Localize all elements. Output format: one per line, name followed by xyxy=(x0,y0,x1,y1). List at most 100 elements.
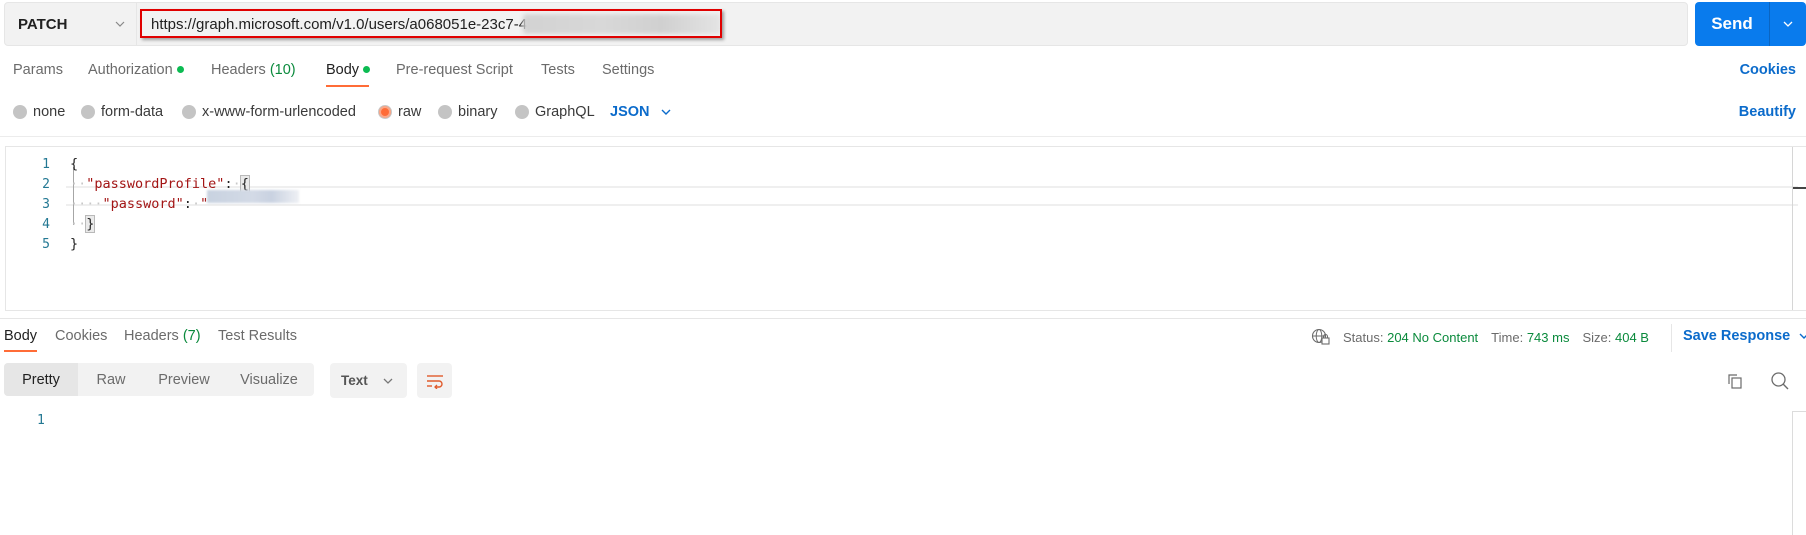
divider xyxy=(0,136,1806,137)
search-icon xyxy=(1771,372,1789,390)
url-redacted-region xyxy=(523,14,721,34)
radio-label: raw xyxy=(398,104,422,120)
radio-label: binary xyxy=(458,104,498,120)
tab-pre-request-script[interactable]: Pre-request Script xyxy=(396,62,513,78)
chevron-down-icon xyxy=(1799,333,1806,339)
copy-icon xyxy=(1728,374,1742,389)
status-label: Status: xyxy=(1343,329,1384,345)
active-tab-indicator xyxy=(4,350,37,352)
status-dot-icon xyxy=(176,65,184,73)
radio-form-data[interactable]: form-data xyxy=(81,104,163,120)
radio-circle-icon xyxy=(438,105,452,119)
tab-label: Cookies xyxy=(55,328,108,344)
tab-settings[interactable]: Settings xyxy=(602,62,654,78)
code-line-5: } xyxy=(70,236,78,252)
time-value[interactable]: 743 ms xyxy=(1527,330,1570,345)
brace: { xyxy=(70,156,79,172)
radio-graphql[interactable]: GraphQL xyxy=(515,104,595,120)
line-number: 1 xyxy=(37,413,45,428)
wrap-lines-icon xyxy=(426,374,443,389)
tab-label: Settings xyxy=(602,62,655,78)
url-input[interactable]: https://graph.microsoft.com/v1.0/users/a… xyxy=(151,16,535,33)
editor-scrollbar[interactable] xyxy=(1792,147,1793,310)
request-tabs: Params Authorization Headers (10) Body P… xyxy=(0,62,1806,86)
json-key: "password" xyxy=(102,196,184,212)
chevron-down-icon xyxy=(115,21,125,27)
view-mode-preview[interactable]: Preview xyxy=(144,363,224,396)
radio-label: form-data xyxy=(101,104,164,120)
matched-brace: } xyxy=(85,215,96,233)
request-body-editor[interactable]: 1 2 3 4 5 { ··"passwordProfile":·{ ····"… xyxy=(5,146,1806,311)
size-label: Size: xyxy=(1582,329,1612,345)
code-line-1: { xyxy=(70,156,78,172)
response-tab-cookies[interactable]: Cookies xyxy=(55,328,107,344)
size-value[interactable]: 404 B xyxy=(1615,330,1649,345)
send-button-group: Send xyxy=(1695,2,1806,46)
status-dot-icon xyxy=(363,65,371,73)
line-number: 2 xyxy=(42,177,50,192)
radio-checked-icon xyxy=(378,105,392,119)
response-meta: Status: 204 No Content Time: 743 ms Size… xyxy=(1311,328,1649,346)
tab-params[interactable]: Params xyxy=(13,62,63,78)
tab-headers[interactable]: Headers (10) xyxy=(211,62,296,78)
line-number: 5 xyxy=(42,237,50,252)
headers-count: (7) xyxy=(182,328,201,344)
tab-label: Body xyxy=(326,62,360,78)
method-select[interactable]: PATCH xyxy=(5,3,137,45)
radio-raw[interactable]: raw xyxy=(378,104,421,120)
status-value[interactable]: 204 No Content xyxy=(1387,330,1478,345)
headers-count: (10) xyxy=(269,62,296,78)
search-button[interactable] xyxy=(1768,369,1792,393)
radio-circle-icon xyxy=(182,105,196,119)
tab-authorization[interactable]: Authorization xyxy=(88,62,184,78)
tab-label: Authorization xyxy=(88,62,173,78)
whitespace: · xyxy=(191,196,201,212)
send-button[interactable]: Send xyxy=(1695,2,1770,46)
response-scrollbar[interactable] xyxy=(1792,411,1806,535)
copy-button[interactable] xyxy=(1724,370,1746,392)
pane-divider[interactable] xyxy=(0,318,1806,319)
line-number: 4 xyxy=(42,217,50,232)
response-tab-body[interactable]: Body xyxy=(4,328,37,344)
view-mode-raw[interactable]: Raw xyxy=(78,363,144,396)
response-view-mode: Pretty Raw Preview Visualize xyxy=(4,363,314,396)
password-redacted-region xyxy=(207,190,299,203)
radio-none[interactable]: none xyxy=(13,104,65,120)
brace: } xyxy=(70,236,79,252)
line-number: 1 xyxy=(42,157,50,172)
time-label: Time: xyxy=(1491,329,1524,345)
body-language-select[interactable]: JSON xyxy=(610,104,672,120)
radio-circle-icon xyxy=(515,105,529,119)
tab-tests[interactable]: Tests xyxy=(541,62,575,78)
tab-label: Body xyxy=(4,328,38,344)
chevron-down-icon xyxy=(1783,21,1793,27)
request-url-bar: PATCH https://graph.microsoft.com/v1.0/u… xyxy=(4,2,1688,46)
line-number: 3 xyxy=(42,197,50,212)
tab-label: Params xyxy=(13,62,63,78)
radio-circle-icon xyxy=(81,105,95,119)
response-tab-test-results[interactable]: Test Results xyxy=(218,328,297,344)
response-tab-headers[interactable]: Headers (7) xyxy=(124,328,201,344)
save-response-button[interactable]: Save Response xyxy=(1683,328,1806,344)
whitespace: ·· xyxy=(70,216,87,232)
response-format-select[interactable]: Text xyxy=(330,363,407,398)
cookies-link[interactable]: Cookies xyxy=(1740,62,1796,78)
tab-label: Headers xyxy=(211,62,266,78)
tab-body[interactable]: Body xyxy=(326,62,371,78)
json-key: "passwordProfile" xyxy=(86,176,225,192)
view-mode-visualize[interactable]: Visualize xyxy=(224,363,314,396)
current-line-highlight xyxy=(66,186,1798,206)
code-line-3: ····"password":·" xyxy=(70,196,208,212)
radio-label: x-www-form-urlencoded xyxy=(202,104,356,120)
language-label: JSON xyxy=(610,104,650,120)
wrap-lines-button[interactable] xyxy=(417,363,452,398)
globe-lock-icon[interactable] xyxy=(1311,328,1331,346)
beautify-link[interactable]: Beautify xyxy=(1739,104,1796,120)
send-options-button[interactable] xyxy=(1770,2,1806,46)
divider xyxy=(1671,324,1672,352)
format-label: Text xyxy=(341,373,368,388)
view-mode-pretty[interactable]: Pretty xyxy=(4,363,78,396)
radio-binary[interactable]: binary xyxy=(438,104,498,120)
radio-circle-icon xyxy=(13,105,27,119)
radio-x-www-form-urlencoded[interactable]: x-www-form-urlencoded xyxy=(182,104,356,120)
